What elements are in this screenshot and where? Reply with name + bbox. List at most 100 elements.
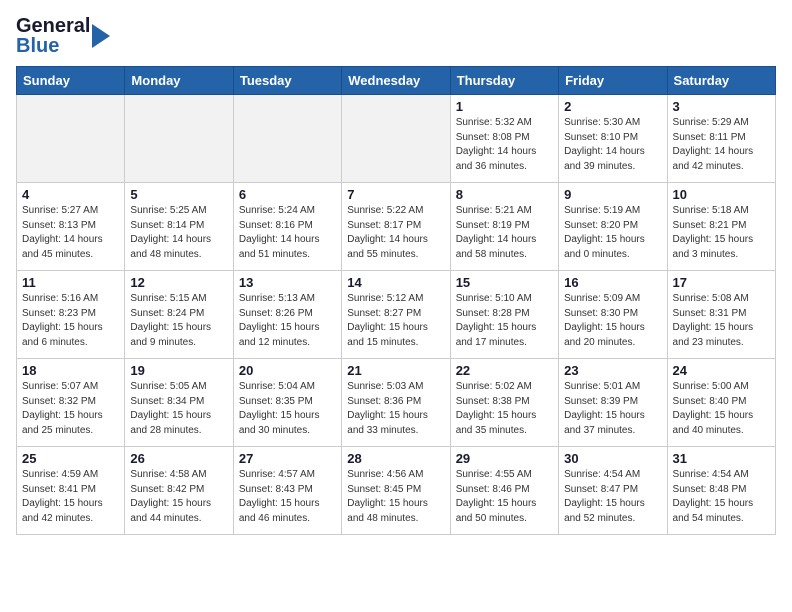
day-number: 4: [22, 187, 119, 202]
calendar-cell: 29 Sunrise: 4:55 AM Sunset: 8:46 PM Dayli…: [450, 447, 558, 535]
calendar-cell: 9 Sunrise: 5:19 AM Sunset: 8:20 PM Daylig…: [559, 183, 667, 271]
column-header-saturday: Saturday: [667, 67, 775, 95]
logo: General Blue: [16, 16, 114, 56]
calendar-cell: 22 Sunrise: 5:02 AM Sunset: 8:38 PM Dayli…: [450, 359, 558, 447]
calendar-cell: 4 Sunrise: 5:27 AM Sunset: 8:13 PM Daylig…: [17, 183, 125, 271]
day-info: Sunrise: 5:32 AM Sunset: 8:08 PM Dayligh…: [456, 116, 553, 174]
day-number: 30: [564, 451, 661, 466]
day-number: 26: [130, 451, 227, 466]
day-number: 12: [130, 275, 227, 290]
column-header-thursday: Thursday: [450, 67, 558, 95]
day-info: Sunrise: 4:54 AM Sunset: 8:48 PM Dayligh…: [673, 468, 770, 526]
day-info: Sunrise: 5:21 AM Sunset: 8:19 PM Dayligh…: [456, 204, 553, 262]
day-number: 28: [347, 451, 444, 466]
calendar-cell: 26 Sunrise: 4:58 AM Sunset: 8:42 PM Dayli…: [125, 447, 233, 535]
calendar-cell: 16 Sunrise: 5:09 AM Sunset: 8:30 PM Dayli…: [559, 271, 667, 359]
calendar-cell: 25 Sunrise: 4:59 AM Sunset: 8:41 PM Dayli…: [17, 447, 125, 535]
day-info: Sunrise: 5:12 AM Sunset: 8:27 PM Dayligh…: [347, 292, 444, 350]
calendar-week-5: 25 Sunrise: 4:59 AM Sunset: 8:41 PM Dayli…: [17, 447, 776, 535]
day-info: Sunrise: 5:15 AM Sunset: 8:24 PM Dayligh…: [130, 292, 227, 350]
day-info: Sunrise: 4:56 AM Sunset: 8:45 PM Dayligh…: [347, 468, 444, 526]
day-number: 14: [347, 275, 444, 290]
calendar-cell: 19 Sunrise: 5:05 AM Sunset: 8:34 PM Dayli…: [125, 359, 233, 447]
day-number: 17: [673, 275, 770, 290]
logo-general: General: [16, 16, 90, 36]
day-info: Sunrise: 5:27 AM Sunset: 8:13 PM Dayligh…: [22, 204, 119, 262]
calendar-cell: 10Sunrise: 5:18 AM Sunset: 8:21 PM Dayli…: [667, 183, 775, 271]
day-number: 2: [564, 99, 661, 114]
day-number: 22: [456, 363, 553, 378]
day-number: 7: [347, 187, 444, 202]
calendar-cell: 24 Sunrise: 5:00 AM Sunset: 8:40 PM Dayli…: [667, 359, 775, 447]
calendar-cell: 12 Sunrise: 5:15 AM Sunset: 8:24 PM Dayli…: [125, 271, 233, 359]
day-info: Sunrise: 5:05 AM Sunset: 8:34 PM Dayligh…: [130, 380, 227, 438]
calendar-cell: 23Sunrise: 5:01 AM Sunset: 8:39 PM Dayli…: [559, 359, 667, 447]
day-number: 29: [456, 451, 553, 466]
day-info: Sunrise: 5:13 AM Sunset: 8:26 PM Dayligh…: [239, 292, 336, 350]
calendar-cell: 6 Sunrise: 5:24 AM Sunset: 8:16 PM Daylig…: [233, 183, 341, 271]
calendar-cell: 30 Sunrise: 4:54 AM Sunset: 8:47 PM Dayli…: [559, 447, 667, 535]
calendar-cell: 21 Sunrise: 5:03 AM Sunset: 8:36 PM Dayli…: [342, 359, 450, 447]
day-number: 25: [22, 451, 119, 466]
day-number: 21: [347, 363, 444, 378]
day-number: 20: [239, 363, 336, 378]
day-info: Sunrise: 4:59 AM Sunset: 8:41 PM Dayligh…: [22, 468, 119, 526]
day-info: Sunrise: 5:29 AM Sunset: 8:11 PM Dayligh…: [673, 116, 770, 174]
day-info: Sunrise: 5:04 AM Sunset: 8:35 PM Dayligh…: [239, 380, 336, 438]
day-number: 1: [456, 99, 553, 114]
day-info: Sunrise: 4:54 AM Sunset: 8:47 PM Dayligh…: [564, 468, 661, 526]
day-info: Sunrise: 4:55 AM Sunset: 8:46 PM Dayligh…: [456, 468, 553, 526]
calendar-cell: [125, 95, 233, 183]
day-info: Sunrise: 5:07 AM Sunset: 8:32 PM Dayligh…: [22, 380, 119, 438]
day-info: Sunrise: 5:00 AM Sunset: 8:40 PM Dayligh…: [673, 380, 770, 438]
day-number: 11: [22, 275, 119, 290]
day-number: 13: [239, 275, 336, 290]
calendar-cell: 2 Sunrise: 5:30 AM Sunset: 8:10 PM Daylig…: [559, 95, 667, 183]
day-info: Sunrise: 4:58 AM Sunset: 8:42 PM Dayligh…: [130, 468, 227, 526]
day-info: Sunrise: 5:16 AM Sunset: 8:23 PM Dayligh…: [22, 292, 119, 350]
calendar-cell: 14 Sunrise: 5:12 AM Sunset: 8:27 PM Dayli…: [342, 271, 450, 359]
day-number: 23: [564, 363, 661, 378]
day-number: 31: [673, 451, 770, 466]
calendar-cell: 18Sunrise: 5:07 AM Sunset: 8:32 PM Dayli…: [17, 359, 125, 447]
day-info: Sunrise: 5:09 AM Sunset: 8:30 PM Dayligh…: [564, 292, 661, 350]
day-info: Sunrise: 5:08 AM Sunset: 8:31 PM Dayligh…: [673, 292, 770, 350]
logo-blue: Blue: [16, 36, 90, 56]
day-info: Sunrise: 5:30 AM Sunset: 8:10 PM Dayligh…: [564, 116, 661, 174]
calendar-cell: 17 Sunrise: 5:08 AM Sunset: 8:31 PM Dayli…: [667, 271, 775, 359]
calendar-cell: 15Sunrise: 5:10 AM Sunset: 8:28 PM Dayli…: [450, 271, 558, 359]
day-info: Sunrise: 5:25 AM Sunset: 8:14 PM Dayligh…: [130, 204, 227, 262]
calendar-cell: 11 Sunrise: 5:16 AM Sunset: 8:23 PM Dayli…: [17, 271, 125, 359]
calendar-cell: 27Sunrise: 4:57 AM Sunset: 8:43 PM Dayli…: [233, 447, 341, 535]
day-number: 16: [564, 275, 661, 290]
day-info: Sunrise: 5:03 AM Sunset: 8:36 PM Dayligh…: [347, 380, 444, 438]
calendar-cell: 1 Sunrise: 5:32 AM Sunset: 8:08 PM Daylig…: [450, 95, 558, 183]
calendar-header-row: SundayMondayTuesdayWednesdayThursdayFrid…: [17, 67, 776, 95]
page-header: General Blue: [16, 16, 776, 56]
calendar-table: SundayMondayTuesdayWednesdayThursdayFrid…: [16, 66, 776, 535]
calendar-cell: 28 Sunrise: 4:56 AM Sunset: 8:45 PM Dayli…: [342, 447, 450, 535]
day-number: 6: [239, 187, 336, 202]
day-info: Sunrise: 4:57 AM Sunset: 8:43 PM Dayligh…: [239, 468, 336, 526]
calendar-cell: 13 Sunrise: 5:13 AM Sunset: 8:26 PM Dayli…: [233, 271, 341, 359]
calendar-cell: 3 Sunrise: 5:29 AM Sunset: 8:11 PM Daylig…: [667, 95, 775, 183]
day-info: Sunrise: 5:02 AM Sunset: 8:38 PM Dayligh…: [456, 380, 553, 438]
day-number: 24: [673, 363, 770, 378]
calendar-cell: [17, 95, 125, 183]
day-number: 15: [456, 275, 553, 290]
calendar-cell: [342, 95, 450, 183]
column-header-tuesday: Tuesday: [233, 67, 341, 95]
calendar-cell: 5Sunrise: 5:25 AM Sunset: 8:14 PM Daylig…: [125, 183, 233, 271]
column-header-sunday: Sunday: [17, 67, 125, 95]
day-info: Sunrise: 5:24 AM Sunset: 8:16 PM Dayligh…: [239, 204, 336, 262]
day-info: Sunrise: 5:19 AM Sunset: 8:20 PM Dayligh…: [564, 204, 661, 262]
calendar-week-4: 18Sunrise: 5:07 AM Sunset: 8:32 PM Dayli…: [17, 359, 776, 447]
day-number: 19: [130, 363, 227, 378]
day-number: 3: [673, 99, 770, 114]
calendar-week-2: 4 Sunrise: 5:27 AM Sunset: 8:13 PM Daylig…: [17, 183, 776, 271]
day-info: Sunrise: 5:18 AM Sunset: 8:21 PM Dayligh…: [673, 204, 770, 262]
calendar-cell: [233, 95, 341, 183]
calendar-cell: 8Sunrise: 5:21 AM Sunset: 8:19 PM Daylig…: [450, 183, 558, 271]
day-number: 9: [564, 187, 661, 202]
calendar-week-1: 1 Sunrise: 5:32 AM Sunset: 8:08 PM Daylig…: [17, 95, 776, 183]
